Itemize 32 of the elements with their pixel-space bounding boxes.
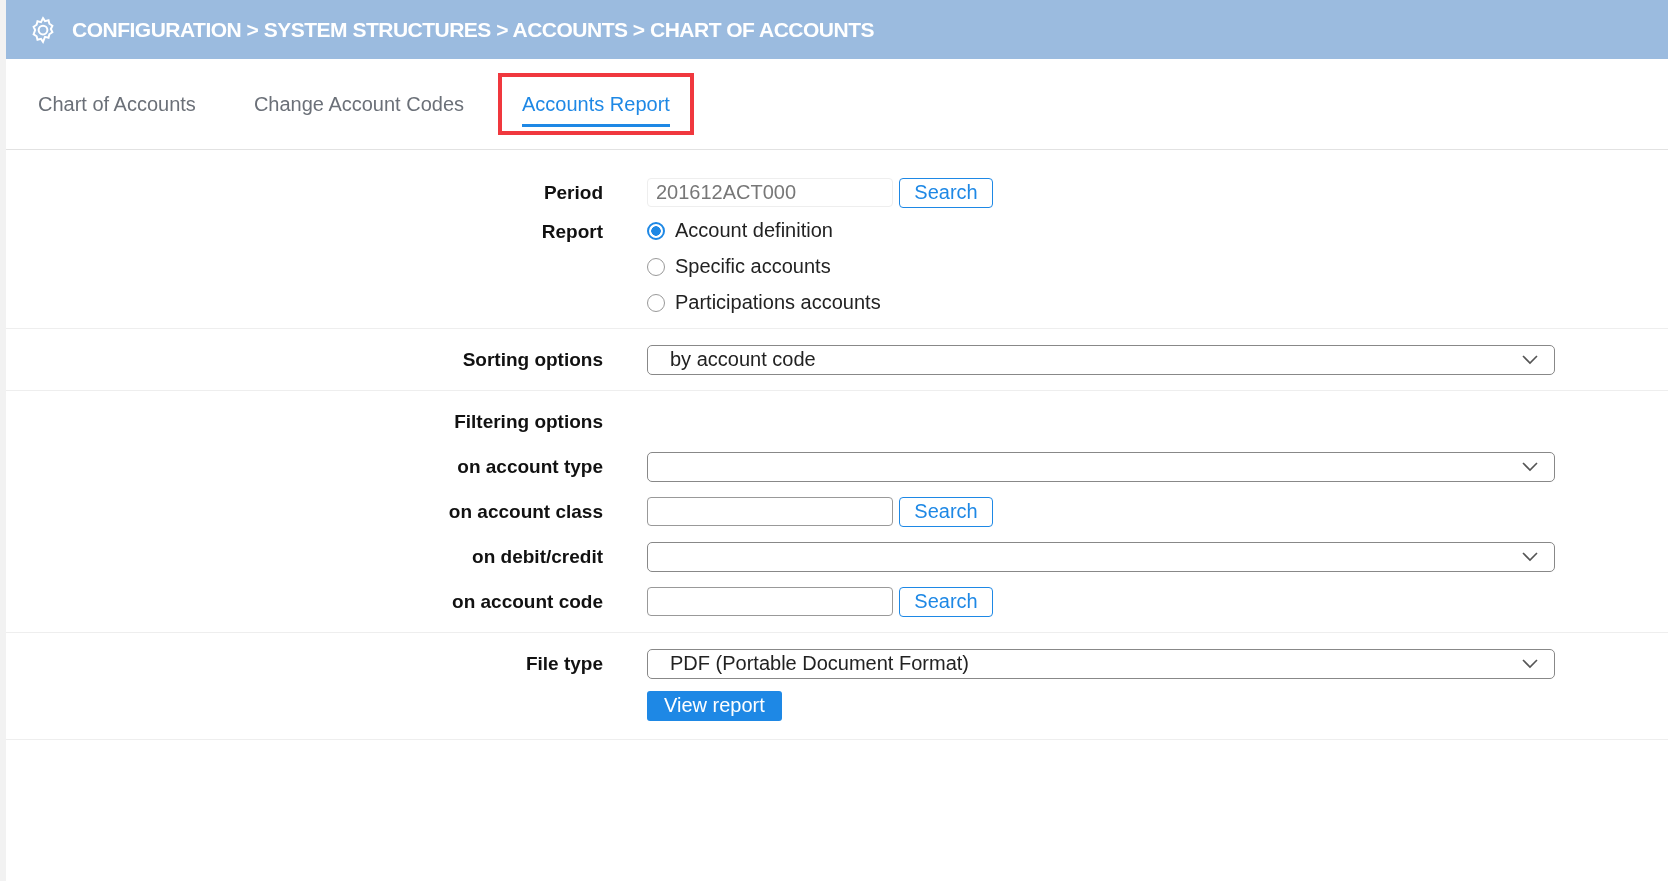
tab[interactable]: Change Account Codes — [253, 81, 465, 127]
radio-label: Specific accounts — [675, 255, 831, 278]
field-label: Period — [543, 181, 603, 203]
breadcrumb: CONFIGURATION > SYSTEM STRUCTURES > ACCOUNTS > CHART OF ACCOUNTS — [72, 17, 874, 42]
tab[interactable]: Chart of Accounts — [38, 81, 196, 127]
radio-label: Account definition — [675, 219, 833, 242]
search-button[interactable]: Search — [899, 586, 993, 617]
dropdown[interactable]: by account code — [647, 344, 1555, 375]
tab[interactable]: Accounts Report — [522, 81, 670, 127]
field-label: Report — [541, 221, 603, 242]
chevron-down-icon — [1522, 354, 1538, 365]
dropdown[interactable]: PDF (Portable Document Format) — [647, 648, 1555, 679]
field-label: Filtering options — [454, 410, 603, 432]
chevron-down-icon — [1522, 551, 1538, 562]
field-label: File type — [525, 652, 603, 674]
field-label: on account class — [448, 500, 603, 522]
input-field[interactable]: 201612ACT000 — [647, 178, 893, 207]
input-field[interactable] — [647, 497, 893, 526]
view-report-button[interactable]: View report — [647, 690, 782, 721]
search-button[interactable]: Search — [899, 496, 993, 527]
radio-label: Participations accounts — [675, 291, 881, 314]
search-button[interactable]: Search — [899, 177, 993, 208]
field-label: on account code — [452, 590, 603, 612]
radio-button[interactable] — [647, 221, 665, 240]
chevron-down-icon — [1522, 461, 1538, 472]
dropdown[interactable] — [647, 541, 1555, 572]
input-field[interactable] — [647, 587, 893, 616]
dropdown[interactable] — [647, 451, 1555, 482]
chevron-down-icon — [1522, 658, 1538, 669]
field-label: on debit/credit — [472, 545, 603, 567]
field-label: on account type — [457, 455, 603, 477]
field-label: Sorting options — [462, 348, 603, 370]
